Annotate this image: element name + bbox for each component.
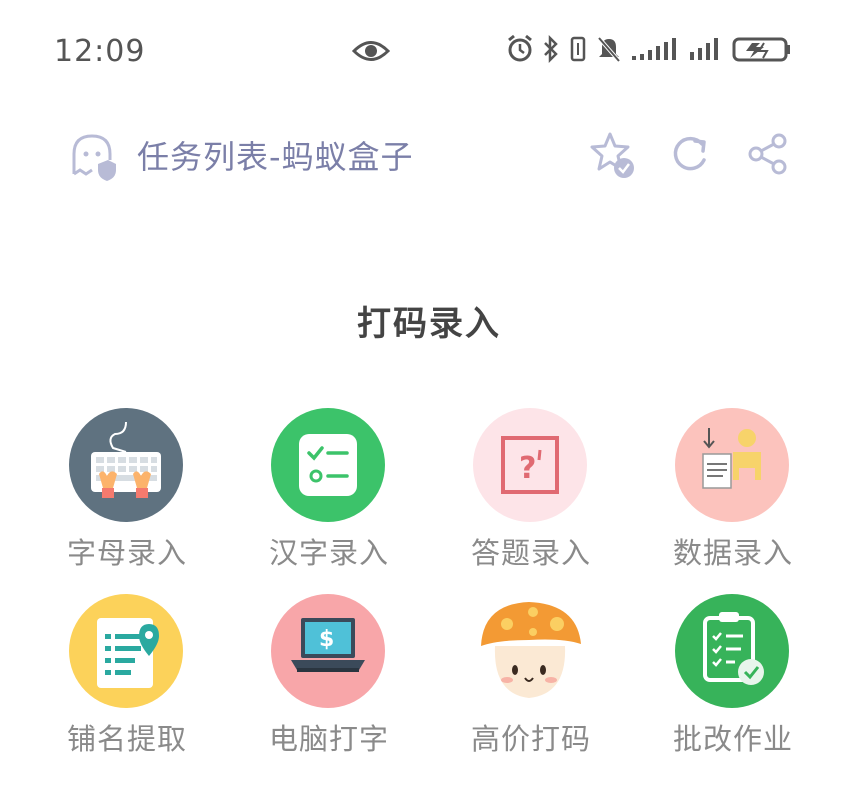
laptop-icon: $ [271,594,385,708]
status-icons [506,34,792,68]
tile-hanzi-entry[interactable]: 汉字录入 [239,408,419,578]
ghost-logo-icon [68,130,120,186]
status-time: 12:09 [54,34,146,69]
status-bar: 12:09 [0,0,858,100]
mute-icon [596,34,622,68]
tile-label: 批改作业 [672,722,793,756]
page-title: 任务列表-蚂蚁盒子 [137,138,414,176]
mushroom-icon [473,594,587,708]
tile-data-entry[interactable]: 数据录入 [643,408,823,578]
star-icon[interactable] [588,130,638,184]
tile-label: 高价打码 [470,722,591,756]
alarm-icon [506,34,534,68]
tile-grade-homework[interactable]: 批改作业 [643,594,823,764]
svg-text:?: ? [519,451,536,486]
svg-text:$: $ [319,627,334,652]
battery-icon [732,34,792,68]
share-icon[interactable] [746,132,790,180]
tile-label: 数据录入 [672,536,793,570]
document-person-icon [675,408,789,522]
section-title: 打码录入 [357,304,501,344]
clipboard-check-icon [675,594,789,708]
tile-label: 汉字录入 [268,536,389,570]
tile-label: 电脑打字 [268,722,389,756]
bluetooth-icon [542,34,560,68]
vibrate-icon [568,34,588,68]
location-list-icon [69,594,183,708]
tile-answer-entry[interactable]: ? 答题录入 [441,408,621,578]
checklist-icon [271,408,385,522]
tile-letter-entry[interactable]: 字母录入 [37,408,217,578]
tile-computer-typing[interactable]: $ 电脑打字 [239,594,419,764]
signal-icon [688,34,724,68]
tile-label: 铺名提取 [66,722,187,756]
refresh-icon[interactable] [668,132,712,180]
tile-label: 字母录入 [66,536,187,570]
question-icon: ? [473,408,587,522]
eye-icon [351,36,391,70]
keyboard-icon [69,408,183,522]
tile-high-price-captcha[interactable]: 高价打码 [441,594,621,764]
title-bar: 任务列表-蚂蚁盒子 [0,120,858,190]
signal-icon [630,34,680,68]
tile-label: 答题录入 [470,536,591,570]
tile-shop-name-extract[interactable]: 铺名提取 [37,594,217,764]
